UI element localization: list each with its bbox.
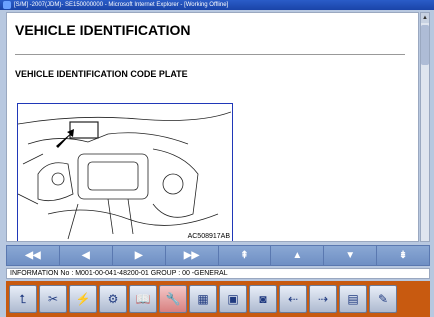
main-toolbar: ⮤ ✂ ⚡ ⚙ 📖 🔧 ▦ ▣ ◙ ⇠ ⇢ ▤ ✎ <box>6 281 430 317</box>
vertical-scrollbar[interactable]: ▲ <box>420 12 430 242</box>
right-page-icon[interactable]: ⇢ <box>309 285 337 313</box>
screen-icon[interactable]: ▣ <box>219 285 247 313</box>
home-icon[interactable]: ⮤ <box>9 285 37 313</box>
wiring-icon[interactable]: 🔧 <box>159 285 187 313</box>
tools-icon[interactable]: ✂ <box>39 285 67 313</box>
engine-bay-figure: AC508917AB <box>17 103 233 241</box>
scroll-up-button[interactable]: ▲ <box>271 246 325 265</box>
first-page-button[interactable]: ◀◀ <box>7 246 60 265</box>
divider <box>15 54 405 55</box>
settings-icon[interactable]: ✎ <box>369 285 397 313</box>
bottom-button[interactable]: ⇟ <box>377 246 429 265</box>
left-page-icon[interactable]: ⇠ <box>279 285 307 313</box>
window-title: [S/M] -2007(JDM)- SE150000000 - Microsof… <box>14 2 229 8</box>
scroll-down-button[interactable]: ▼ <box>324 246 378 265</box>
print-icon[interactable]: ▤ <box>339 285 367 313</box>
scroll-thumb[interactable] <box>421 25 429 65</box>
section-title: VEHICLE IDENTIFICATION CODE PLATE <box>15 69 188 79</box>
manual-icon[interactable]: 📖 <box>129 285 157 313</box>
list-icon[interactable]: ▦ <box>189 285 217 313</box>
page-title: VEHICLE IDENTIFICATION <box>15 22 191 38</box>
figure-label: AC508917AB <box>187 233 230 240</box>
flash-icon[interactable]: ⚡ <box>69 285 97 313</box>
next-page-button[interactable]: ▶ <box>113 246 166 265</box>
browser-icon <box>3 1 11 9</box>
scroll-up-icon[interactable]: ▲ <box>421 13 429 23</box>
page-navigation-bar: ◀◀ ◀ ▶ ▶▶ ⇞ ▲ ▼ ⇟ <box>6 245 430 266</box>
window-titlebar: [S/M] -2007(JDM)- SE150000000 - Microsof… <box>0 0 434 10</box>
last-page-button[interactable]: ▶▶ <box>166 246 219 265</box>
information-bar: INFORMATION No : M001-00-041-48200-01 GR… <box>6 268 430 279</box>
parts-icon[interactable]: ⚙ <box>99 285 127 313</box>
camera-icon[interactable]: ◙ <box>249 285 277 313</box>
engine-illustration <box>17 111 232 240</box>
previous-page-button[interactable]: ◀ <box>60 246 113 265</box>
top-button[interactable]: ⇞ <box>219 246 272 265</box>
document-pane: VEHICLE IDENTIFICATION VEHICLE IDENTIFIC… <box>6 12 419 242</box>
